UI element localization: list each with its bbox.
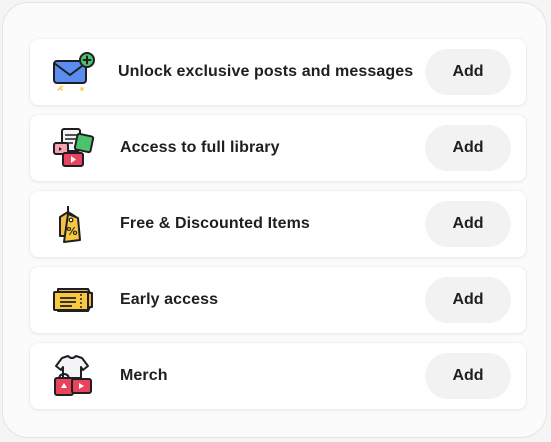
perk-label: Merch: [120, 367, 168, 384]
perk-label: Access to full library: [120, 139, 280, 156]
envelope-plus-icon: [50, 50, 98, 94]
perks-panel: Unlock exclusive posts and messages Add …: [2, 2, 547, 438]
add-button[interactable]: Add: [425, 201, 511, 247]
add-button[interactable]: Add: [425, 49, 511, 95]
add-button[interactable]: Add: [425, 277, 511, 323]
perk-row-exclusive-posts: Unlock exclusive posts and messages Add: [30, 39, 526, 105]
perk-row-early-access: Early access Add: [30, 267, 526, 333]
svg-text:%: %: [66, 225, 77, 238]
perk-row-free-discounted: % Free & Discounted Items Add: [30, 191, 526, 257]
add-button[interactable]: Add: [425, 125, 511, 171]
media-library-icon: [50, 126, 98, 170]
perk-row-merch: Merch Add: [30, 343, 526, 409]
ticket-icon: [50, 278, 98, 322]
perk-label: Unlock exclusive posts and messages: [118, 63, 414, 80]
perk-label: Early access: [120, 291, 219, 308]
discount-tag-icon: %: [50, 202, 98, 246]
perk-row-full-library: Access to full library Add: [30, 115, 526, 181]
merch-shirt-bag-icon: [50, 354, 98, 398]
add-button[interactable]: Add: [425, 353, 511, 399]
perk-label: Free & Discounted Items: [120, 215, 310, 232]
